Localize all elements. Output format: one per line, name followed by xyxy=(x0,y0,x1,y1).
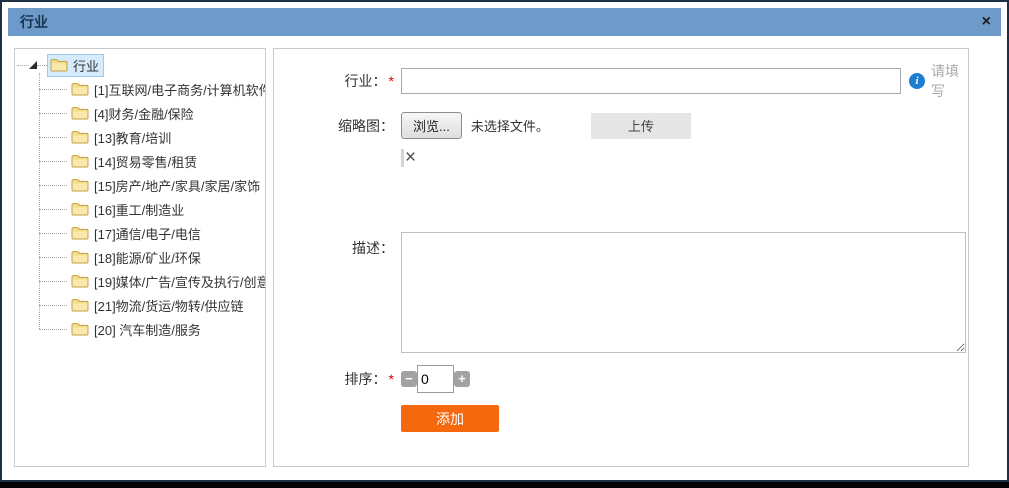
thumbnail-label: 缩略图： xyxy=(274,116,401,136)
tree-item[interactable]: [21]物流/货运/物转/供应链 xyxy=(39,293,263,317)
tree-connector xyxy=(39,281,67,282)
tree-connector xyxy=(39,89,67,90)
expander-icon[interactable] xyxy=(29,61,37,69)
tree-connector xyxy=(39,233,67,234)
sort-input[interactable] xyxy=(417,365,454,393)
industry-row: 行业：* i 请填写 xyxy=(274,61,968,101)
broken-image-icon xyxy=(401,149,404,167)
tree-item-label: [14]贸易零售/租赁 xyxy=(94,152,197,171)
industry-tree: 行业 [1]互 xyxy=(17,53,263,341)
upload-button[interactable]: 上传 xyxy=(591,113,691,139)
tree-children: [1]互联网/电子商务/计算机软件 [4]财务/金融/保险 xyxy=(39,77,263,341)
folder-icon xyxy=(71,130,89,144)
tree-item-label: [18]能源/矿业/环保 xyxy=(94,248,201,267)
sort-label: 排序：* xyxy=(274,369,401,389)
industry-tree-panel: 行业 [1]互 xyxy=(14,48,266,467)
folder-icon xyxy=(71,274,89,288)
industry-form-panel: 行业：* i 请填写 缩略图： 浏览... 未选择文件。 上传 × 描述： 排序… xyxy=(273,48,969,467)
required-mark: * xyxy=(389,73,394,89)
required-mark: * xyxy=(389,371,394,387)
folder-icon xyxy=(71,322,89,336)
dialog-content: 行业 [1]互 xyxy=(8,48,1001,467)
tree-root-row[interactable]: 行业 xyxy=(17,53,263,77)
info-icon: i xyxy=(909,73,925,89)
tree-item-label: [21]物流/货运/物转/供应链 xyxy=(94,296,244,315)
tree-connector xyxy=(39,137,67,138)
description-textarea[interactable] xyxy=(401,232,966,353)
folder-icon xyxy=(71,298,89,312)
folder-icon xyxy=(71,226,89,240)
tree-item[interactable]: [18]能源/矿业/环保 xyxy=(39,245,263,269)
tree-connector xyxy=(17,65,29,66)
thumbnail-row: 缩略图： 浏览... 未选择文件。 上传 xyxy=(274,112,968,139)
dialog-title: 行业 xyxy=(20,12,48,32)
tree-item-label: [20] 汽车制造/服务 xyxy=(94,320,201,339)
folder-icon xyxy=(71,178,89,192)
folder-icon xyxy=(71,82,89,96)
minus-button[interactable]: − xyxy=(401,371,417,387)
tree-connector xyxy=(39,257,67,258)
folder-icon xyxy=(71,202,89,216)
thumbnail-preview: × xyxy=(401,148,968,168)
no-file-selected-text: 未选择文件。 xyxy=(471,116,567,135)
description-label: 描述： xyxy=(274,232,401,258)
tree-connector xyxy=(39,113,67,114)
tree-item[interactable]: [14]贸易零售/租赁 xyxy=(39,149,263,173)
tree-item-label: [4]财务/金融/保险 xyxy=(94,104,194,123)
tree-item-label: [19]媒体/广告/宣传及执行/创意 xyxy=(94,272,266,291)
tree-item-label: [16]重工/制造业 xyxy=(94,200,184,219)
folder-icon xyxy=(71,154,89,168)
tree-connector xyxy=(39,185,67,186)
close-icon[interactable]: × xyxy=(982,14,991,30)
folder-icon xyxy=(71,106,89,120)
fill-in-hint: 请填写 xyxy=(931,61,968,101)
tree-root-node[interactable]: 行业 xyxy=(47,54,104,77)
dialog-titlebar: 行业 × xyxy=(8,8,1001,36)
tree-connector xyxy=(37,65,47,66)
industry-input[interactable] xyxy=(401,68,901,94)
tree-connector xyxy=(39,305,67,306)
tree-item[interactable]: [13]教育/培训 xyxy=(39,125,263,149)
tree-item[interactable]: [17]通信/电子/电信 xyxy=(39,221,263,245)
folder-icon xyxy=(71,250,89,264)
tree-item-label: [17]通信/电子/电信 xyxy=(94,224,201,243)
tree-item[interactable]: [4]财务/金融/保险 xyxy=(39,101,263,125)
tree-item[interactable]: [19]媒体/广告/宣传及执行/创意 xyxy=(39,269,263,293)
add-row: 添加 xyxy=(401,405,968,432)
tree-item-label: [15]房产/地产/家具/家居/家饰 xyxy=(94,176,260,195)
tree-item[interactable]: [15]房产/地产/家具/家居/家饰 xyxy=(39,173,263,197)
broken-image-icon: × xyxy=(405,149,416,167)
add-button[interactable]: 添加 xyxy=(401,405,499,432)
folder-icon xyxy=(50,58,68,72)
tree-connector xyxy=(39,161,67,162)
plus-button[interactable]: + xyxy=(454,371,470,387)
industry-dialog: 行业 × 行业 xyxy=(0,0,1009,482)
description-row: 描述： xyxy=(274,232,968,353)
tree-item[interactable]: [16]重工/制造业 xyxy=(39,197,263,221)
sort-row: 排序：* − + xyxy=(274,365,968,393)
tree-item-label: [13]教育/培训 xyxy=(94,128,171,147)
tree-item[interactable]: [1]互联网/电子商务/计算机软件 xyxy=(39,77,263,101)
tree-item[interactable]: [20] 汽车制造/服务 xyxy=(39,317,263,341)
tree-connector xyxy=(39,329,67,330)
industry-label: 行业：* xyxy=(274,71,401,91)
tree-item-label: [1]互联网/电子商务/计算机软件 xyxy=(94,80,266,99)
tree-connector xyxy=(39,209,67,210)
browse-button[interactable]: 浏览... xyxy=(401,112,462,139)
tree-root-label: 行业 xyxy=(73,56,99,75)
